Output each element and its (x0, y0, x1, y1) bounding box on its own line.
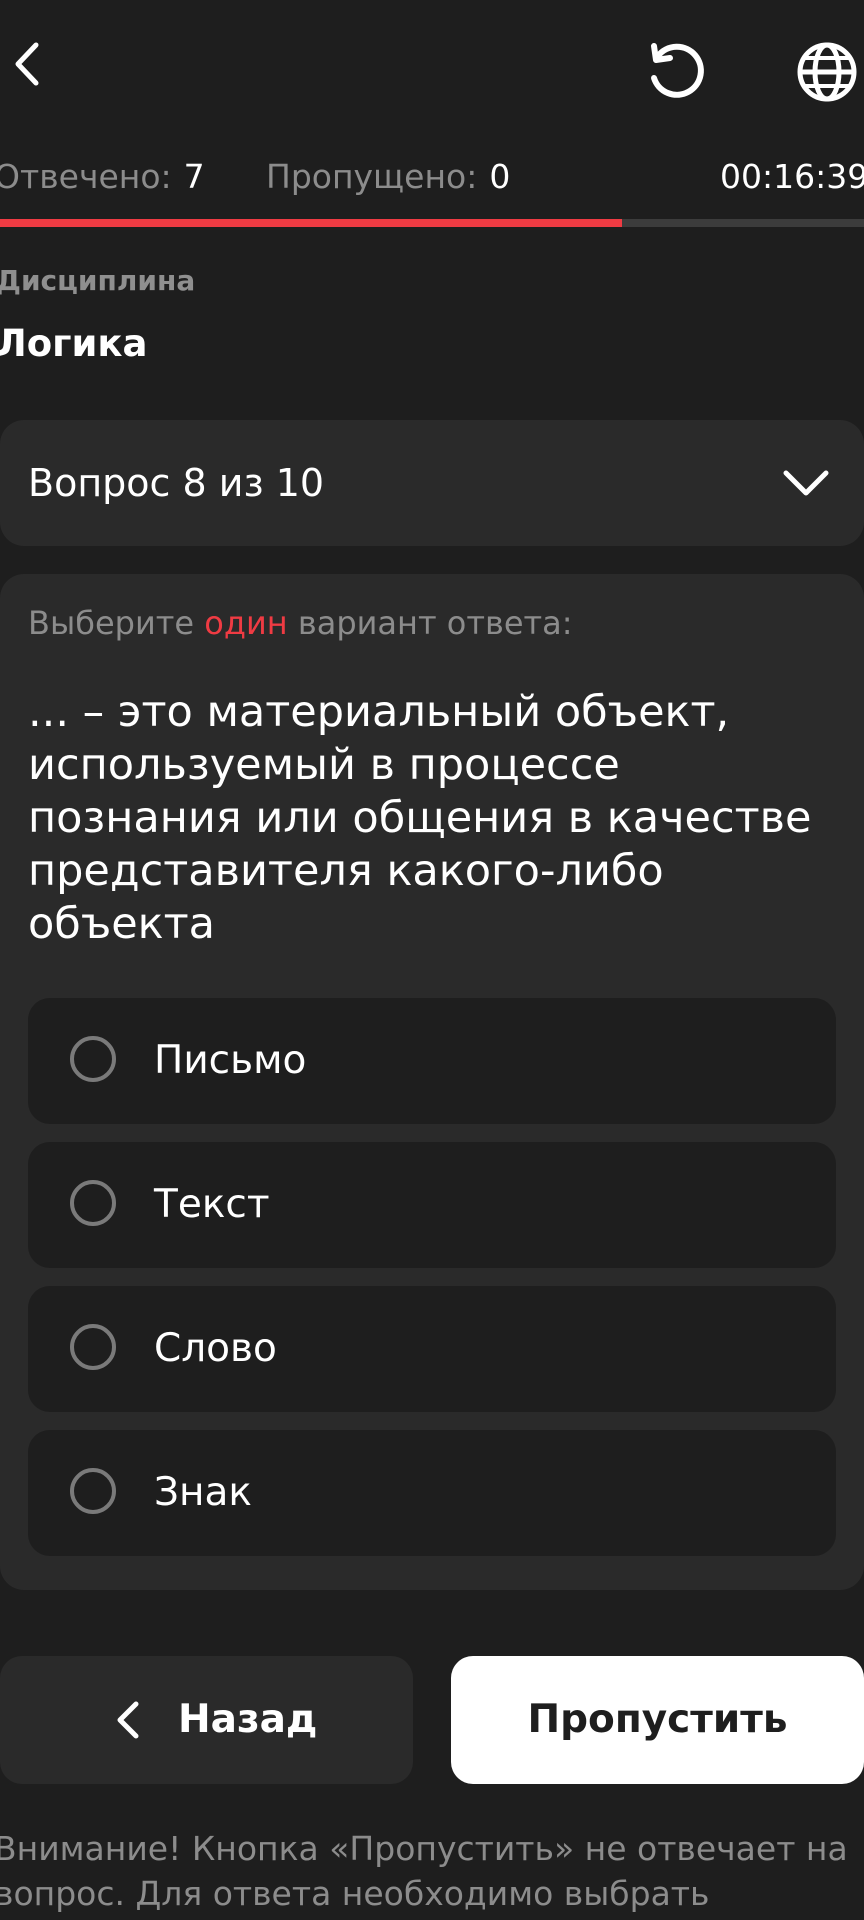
back-icon[interactable] (6, 35, 50, 93)
reload-icon[interactable] (640, 36, 712, 108)
radio-icon (70, 1324, 116, 1370)
radio-icon (70, 1180, 116, 1226)
globe-icon[interactable] (792, 36, 862, 108)
answer-option[interactable]: Знак (28, 1430, 836, 1556)
skipped-stat: Пропущено: 0 (266, 152, 510, 202)
chevron-left-icon (117, 1701, 139, 1739)
discipline-label: Дисциплина (0, 264, 196, 297)
question-selector-text: Вопрос 8 из 10 (28, 461, 325, 505)
answer-option-label: Письмо (154, 1038, 307, 1083)
skip-button-label: Пропустить (527, 1697, 788, 1742)
radio-icon (70, 1468, 116, 1514)
answer-option[interactable]: Письмо (28, 998, 836, 1124)
answer-option-label: Слово (154, 1326, 277, 1371)
question-selector[interactable]: Вопрос 8 из 10 (0, 420, 864, 546)
answer-option-label: Текст (154, 1182, 270, 1227)
back-button-label: Назад (178, 1697, 318, 1742)
instruction-after: вариант ответа: (297, 604, 573, 642)
instruction-before: Выберите (28, 604, 195, 642)
answer-option[interactable]: Слово (28, 1286, 836, 1412)
stats-row: Отвечено: 7 Пропущено: 0 00:16:39 (0, 152, 864, 202)
answer-option[interactable]: Текст (28, 1142, 836, 1268)
answer-option-label: Знак (154, 1470, 252, 1515)
skip-button[interactable]: Пропустить (451, 1656, 864, 1784)
answered-value: 7 (183, 157, 205, 196)
radio-icon (70, 1036, 116, 1082)
question-card: Выберите один вариант ответа: ... – это … (0, 574, 864, 1590)
answered-stat: Отвечено: 7 (0, 152, 205, 202)
globe-symbol (797, 42, 857, 102)
back-button[interactable]: Назад (0, 1656, 413, 1784)
answered-label: Отвечено: (0, 157, 172, 196)
progress-track (0, 219, 864, 227)
timer: 00:16:39 (720, 157, 864, 196)
chevron-down-icon (783, 470, 829, 496)
top-bar (0, 0, 864, 130)
skipped-value: 0 (489, 157, 511, 196)
progress-fill (0, 219, 623, 227)
warning-text: Внимание! Кнопка «Пропустить» не отвечае… (0, 1829, 848, 1913)
instruction-text: Выберите один вариант ответа: (28, 604, 573, 642)
question-text: ... – это материальный объект, используе… (28, 687, 812, 949)
instruction-accent: один (204, 604, 288, 642)
discipline-value: Логика (0, 322, 148, 365)
reload-symbol (651, 43, 704, 98)
skipped-label: Пропущено: (266, 157, 478, 196)
chevron-left-icon (15, 42, 39, 86)
